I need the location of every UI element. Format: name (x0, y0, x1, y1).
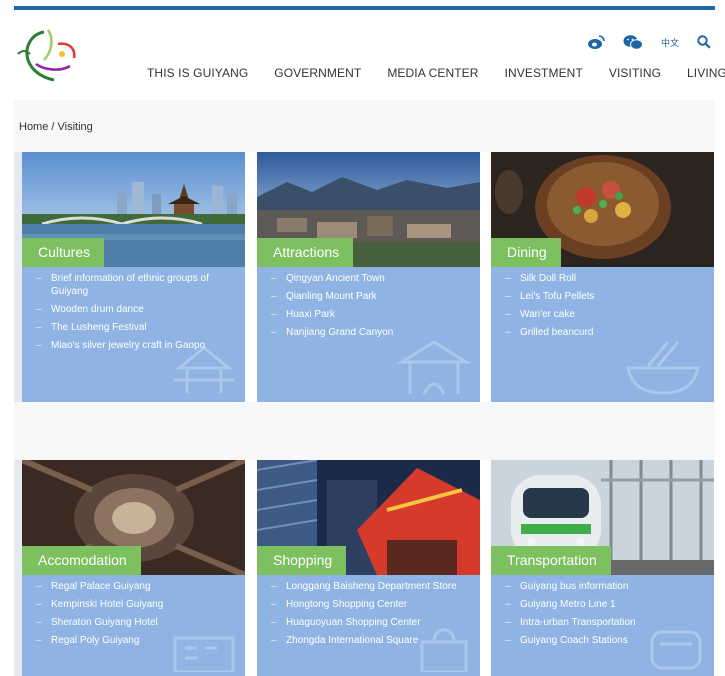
guiyang-logo[interactable] (14, 24, 86, 86)
list-item[interactable]: Guiyang Metro Line 1 (491, 599, 714, 612)
card-cultures[interactable]: Cultures Brief information of ethnic gro… (22, 152, 245, 402)
list-item[interactable]: Huaxi Park (257, 309, 480, 322)
nav-visiting[interactable]: VISITING (609, 66, 661, 86)
header-tools: 中文 (587, 33, 711, 51)
shopping-bag-watermark-icon (420, 628, 468, 672)
list-item[interactable]: Kempinski Hotel Guiyang (22, 599, 245, 612)
breadcrumb-current: Visiting (57, 121, 93, 133)
card-edge (14, 152, 22, 402)
breadcrumb-band (14, 100, 715, 152)
list-item[interactable]: Hongtong Shopping Center (257, 599, 480, 612)
card-title[interactable]: Cultures (22, 238, 105, 267)
nav-investment[interactable]: INVESTMENT (505, 66, 583, 86)
section-spacer (14, 402, 715, 460)
card-accomodation[interactable]: Accomodation Regal Palace Guiyang Kempin… (22, 460, 245, 676)
language-switch[interactable]: 中文 (661, 36, 679, 49)
card-dining[interactable]: Dining Silk Doll Roll Lei's Tofu Pellets… (491, 152, 714, 402)
card-title[interactable]: Dining (491, 238, 561, 267)
list-item[interactable]: Qianling Mount Park (257, 291, 480, 304)
weibo-icon[interactable] (587, 34, 605, 50)
pagoda-watermark-icon (174, 346, 234, 393)
nav-government[interactable]: GOVERNMENT (274, 66, 361, 86)
noodle-bowl-watermark-icon (626, 341, 700, 395)
hotel-watermark-icon (173, 636, 235, 672)
list-item[interactable]: Silk Doll Roll (491, 273, 714, 286)
card-title[interactable]: Transportation (491, 546, 611, 575)
list-item[interactable]: Longgang Baisheng Department Store (257, 581, 480, 594)
list-item[interactable]: The Lusheng Festival (22, 322, 245, 335)
main-nav: THIS IS GUIYANG GOVERNMENT MEDIA CENTER … (147, 66, 725, 86)
dining-list: Silk Doll Roll Lei's Tofu Pellets Wan'er… (491, 273, 714, 345)
nav-media-center[interactable]: MEDIA CENTER (387, 66, 478, 86)
card-title[interactable]: Accomodation (22, 546, 141, 575)
wechat-icon[interactable] (623, 34, 643, 50)
nav-this-is-guiyang[interactable]: THIS IS GUIYANG (147, 66, 248, 86)
list-item[interactable]: Wan'er cake (491, 309, 714, 322)
breadcrumb-home[interactable]: Home (19, 121, 48, 133)
train-watermark-icon (650, 630, 702, 670)
breadcrumb-separator: / (51, 121, 55, 133)
search-icon[interactable] (697, 35, 711, 49)
card-attractions[interactable]: Attractions Qingyan Ancient Town Qianlin… (257, 152, 480, 402)
card-transportation[interactable]: Transportation Guiyang bus information G… (491, 460, 714, 676)
card-shopping[interactable]: Shopping Longgang Baisheng Department St… (257, 460, 480, 676)
list-item[interactable]: Regal Palace Guiyang (22, 581, 245, 594)
pavilion-watermark-icon (396, 340, 472, 395)
nav-living[interactable]: LIVING (687, 66, 725, 86)
list-item[interactable]: Wooden drum dance (22, 304, 245, 317)
card-title[interactable]: Attractions (257, 238, 354, 267)
list-item[interactable]: Brief information of ethnic groups of Gu… (22, 273, 245, 298)
list-item[interactable]: Guiyang bus information (491, 581, 714, 594)
card-edge (14, 460, 22, 676)
list-item[interactable]: Lei's Tofu Pellets (491, 291, 714, 304)
list-item[interactable]: Qingyan Ancient Town (257, 273, 480, 286)
breadcrumb: Home / Visiting (19, 121, 93, 133)
site-header: THIS IS GUIYANG GOVERNMENT MEDIA CENTER … (0, 10, 725, 98)
list-item[interactable]: Sheraton Guiyang Hotel (22, 617, 245, 630)
card-title[interactable]: Shopping (257, 546, 347, 575)
